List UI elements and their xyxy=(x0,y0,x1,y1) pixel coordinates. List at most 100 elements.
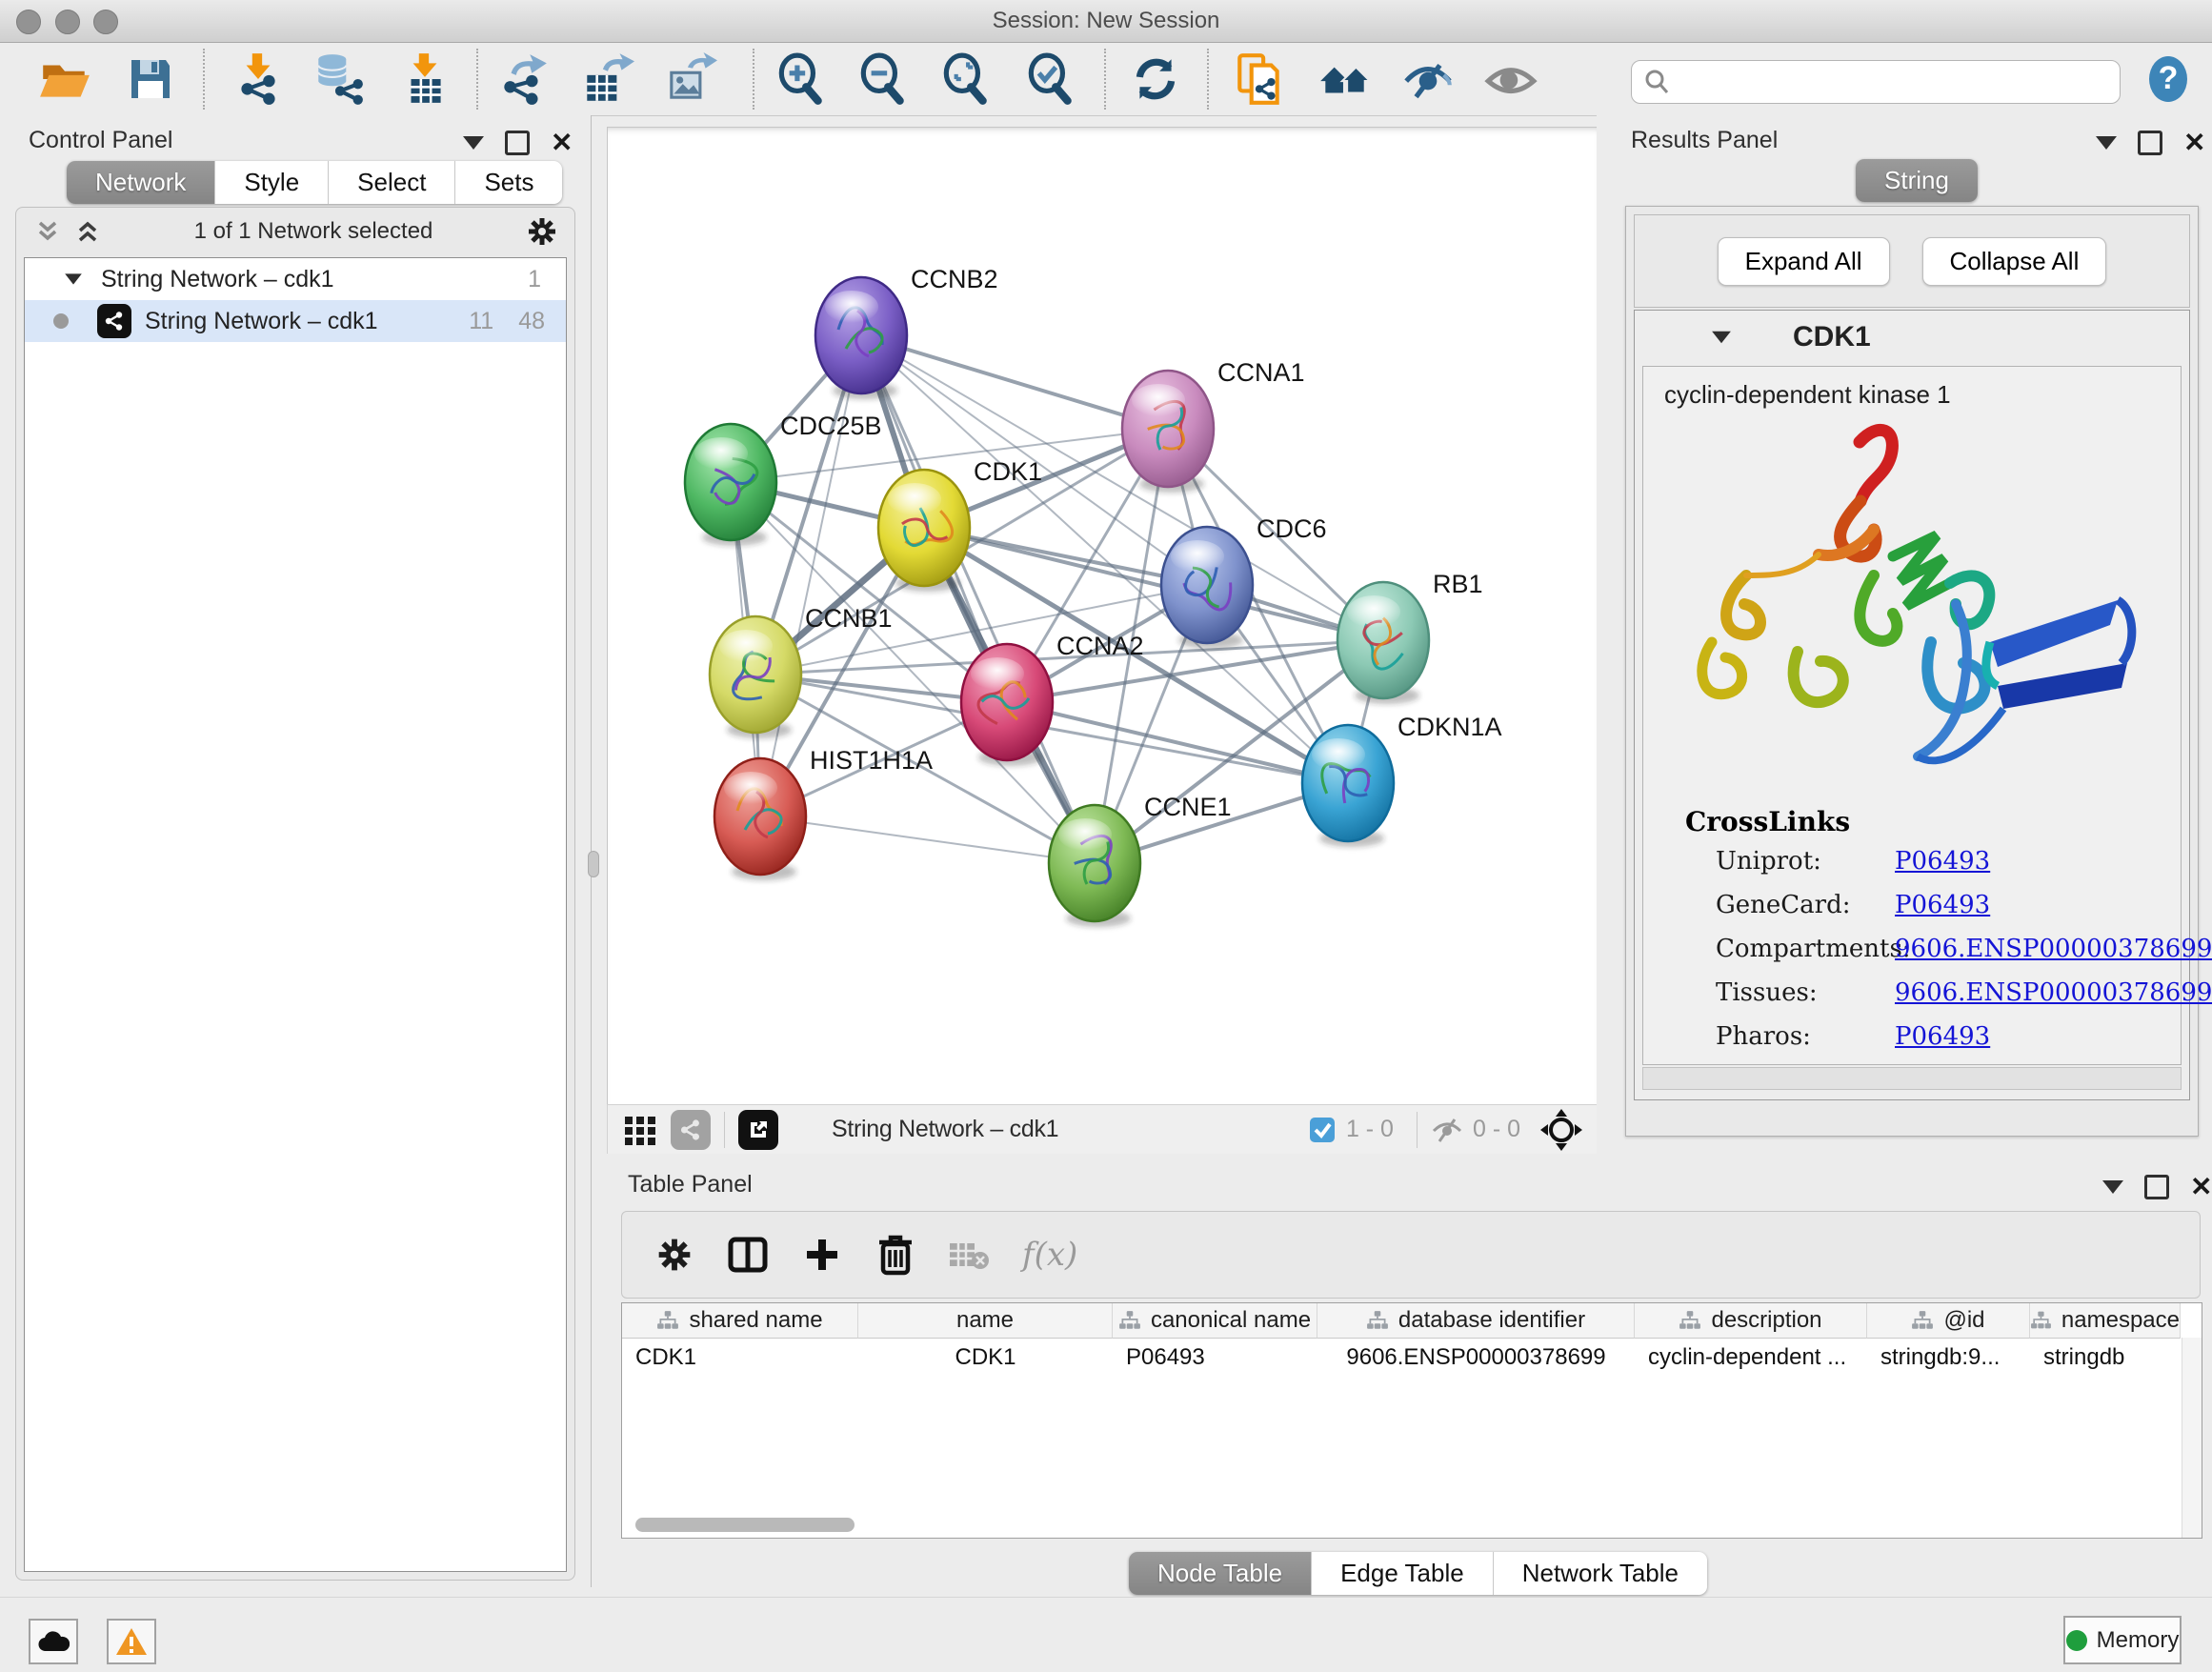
splitter-handle[interactable] xyxy=(588,851,599,877)
home-button[interactable] xyxy=(1316,50,1373,108)
network-edge[interactable] xyxy=(760,816,1095,863)
select-columns-icon[interactable] xyxy=(727,1234,769,1276)
network-node-CDK1[interactable]: CDK1 xyxy=(878,457,1042,592)
export-table-button[interactable] xyxy=(578,50,635,108)
zoom-out-button[interactable] xyxy=(854,50,911,108)
import-table-button[interactable] xyxy=(396,50,453,108)
network-edge[interactable] xyxy=(861,335,1095,863)
help-button[interactable]: ? xyxy=(2140,50,2197,108)
collapse-all-networks-icon[interactable] xyxy=(73,217,102,246)
table-vertical-scrollbar[interactable] xyxy=(2182,1338,2202,1538)
protein-collapse-icon[interactable] xyxy=(1712,332,1731,344)
apply-layout-button[interactable] xyxy=(1127,50,1184,108)
network-edge[interactable] xyxy=(924,528,1383,640)
network-edge[interactable] xyxy=(861,335,1168,429)
tab-edge-table[interactable]: Edge Table xyxy=(1312,1552,1494,1595)
network-row[interactable]: String Network – cdk1 11 48 xyxy=(25,300,566,342)
network-badge-icon[interactable] xyxy=(671,1110,711,1150)
hide-selected-button[interactable] xyxy=(1399,50,1457,108)
table-horizontal-scrollbar-thumb[interactable] xyxy=(635,1518,855,1532)
node-gloss xyxy=(971,657,1024,690)
export-image-button[interactable] xyxy=(661,50,718,108)
tab-node-table[interactable]: Node Table xyxy=(1129,1552,1312,1595)
delete-table-icon xyxy=(948,1238,990,1272)
network-collection-row[interactable]: String Network – cdk1 1 xyxy=(25,258,566,300)
birdseye-navigator-icon[interactable] xyxy=(1539,1108,1583,1152)
warnings-button[interactable] xyxy=(107,1619,156,1664)
crosslink-uniprot-link[interactable]: P06493 xyxy=(1895,847,1990,876)
delete-trash-icon[interactable] xyxy=(875,1233,915,1277)
close-panel-icon[interactable]: ✕ xyxy=(2183,133,2205,152)
add-column-icon[interactable] xyxy=(801,1234,843,1276)
column-header-id[interactable]: @id xyxy=(1867,1303,2030,1339)
export-network-button[interactable] xyxy=(494,50,552,108)
cloud-status-button[interactable] xyxy=(29,1619,78,1664)
column-header-description[interactable]: description xyxy=(1635,1303,1867,1339)
grid-view-icon[interactable] xyxy=(623,1113,657,1147)
network-node-CCNA2[interactable]: CCNA2 xyxy=(961,632,1144,766)
zoom-selected-button[interactable] xyxy=(1021,50,1078,108)
table-row[interactable]: CDK1CDK1P064939606.ENSP00000378699cyclin… xyxy=(622,1339,2202,1377)
results-panel: Results Panel ✕ String Expand All Collap… xyxy=(1597,115,2212,1154)
network-node-RB1[interactable]: RB1 xyxy=(1337,570,1483,704)
open-session-button[interactable] xyxy=(36,50,93,108)
network-edge[interactable] xyxy=(1007,702,1348,783)
network-node-CDC6[interactable]: CDC6 xyxy=(1161,514,1327,649)
crosslink-tissues-link[interactable]: 9606.ENSP00000378699 xyxy=(1895,978,2212,1007)
collapse-all-button[interactable]: Collapse All xyxy=(1922,237,2107,286)
tab-style[interactable]: Style xyxy=(215,161,329,204)
tab-network[interactable]: Network xyxy=(67,161,215,204)
panel-menu-icon[interactable] xyxy=(2102,1180,2123,1194)
import-network-from-database-button[interactable] xyxy=(310,50,367,108)
crosslink-pharos-link[interactable]: P06493 xyxy=(1895,1022,1990,1051)
float-panel-icon[interactable] xyxy=(2138,131,2162,155)
table-options-gear-icon[interactable] xyxy=(654,1235,694,1275)
column-header-database-identifier[interactable]: database identifier xyxy=(1317,1303,1635,1339)
close-panel-icon[interactable]: ✕ xyxy=(551,133,573,152)
show-all-button[interactable] xyxy=(1482,50,1539,108)
toolbar-separator xyxy=(476,49,478,110)
protein-header[interactable]: CDK1 xyxy=(1635,311,2189,364)
crosslink-genecard-link[interactable]: P06493 xyxy=(1895,891,1990,919)
tab-string[interactable]: String xyxy=(1856,159,1978,202)
hidden-eye-slash-icon[interactable] xyxy=(1431,1116,1463,1144)
crosslink-row: Pharos:P06493 xyxy=(1643,1022,2181,1066)
refresh-icon xyxy=(1128,51,1183,107)
network-node-HIST1H1A[interactable]: HIST1H1A xyxy=(714,746,933,880)
main-toolbar: ? xyxy=(0,43,2212,116)
import-network-button[interactable] xyxy=(230,50,287,108)
clone-network-button[interactable] xyxy=(1231,50,1288,108)
selected-checkbox-icon[interactable] xyxy=(1308,1116,1337,1144)
crosslink-compartments-link[interactable]: 9606.ENSP00000378699 xyxy=(1895,935,2212,963)
float-panel-icon[interactable] xyxy=(505,131,530,155)
save-session-button[interactable] xyxy=(122,50,179,108)
status-bar: Memory xyxy=(0,1597,2212,1672)
column-header-namespace[interactable]: namespace xyxy=(2030,1303,2181,1339)
panel-menu-icon[interactable] xyxy=(2096,136,2117,150)
network-node-CCNB2[interactable]: CCNB2 xyxy=(815,265,998,399)
network-node-CCNE1[interactable]: CCNE1 xyxy=(1049,793,1232,927)
memory-button[interactable]: Memory xyxy=(2063,1616,2182,1664)
tab-network-table[interactable]: Network Table xyxy=(1494,1552,1707,1595)
open-in-new-window-icon[interactable] xyxy=(738,1110,778,1150)
collection-expand-icon[interactable] xyxy=(65,273,82,284)
expand-all-button[interactable]: Expand All xyxy=(1718,237,1890,286)
search-input[interactable] xyxy=(1672,68,2120,96)
zoom-fit-button[interactable] xyxy=(936,50,994,108)
column-header-name[interactable]: name xyxy=(858,1303,1113,1339)
network-options-gear-icon[interactable] xyxy=(525,214,559,249)
tab-select[interactable]: Select xyxy=(329,161,455,204)
network-node-CDKN1A[interactable]: CDKN1A xyxy=(1302,713,1502,847)
zoom-in-button[interactable] xyxy=(772,50,829,108)
tab-sets[interactable]: Sets xyxy=(455,161,562,204)
results-scrollbar-track[interactable] xyxy=(1642,1067,2182,1090)
close-panel-icon[interactable]: ✕ xyxy=(2190,1178,2212,1197)
column-header-canonical-name[interactable]: canonical name xyxy=(1113,1303,1317,1339)
column-header-shared-name[interactable]: shared name xyxy=(622,1303,858,1339)
node-gloss xyxy=(888,483,941,515)
panel-menu-icon[interactable] xyxy=(463,136,484,150)
network-view-canvas[interactable]: CCNB2CCNA1CDC25BCDK1CDC6RB1CCNB1CCNA2CDK… xyxy=(607,127,1598,1105)
network-edge[interactable] xyxy=(760,335,861,816)
expand-all-networks-icon[interactable] xyxy=(33,217,62,246)
float-panel-icon[interactable] xyxy=(2144,1175,2169,1199)
